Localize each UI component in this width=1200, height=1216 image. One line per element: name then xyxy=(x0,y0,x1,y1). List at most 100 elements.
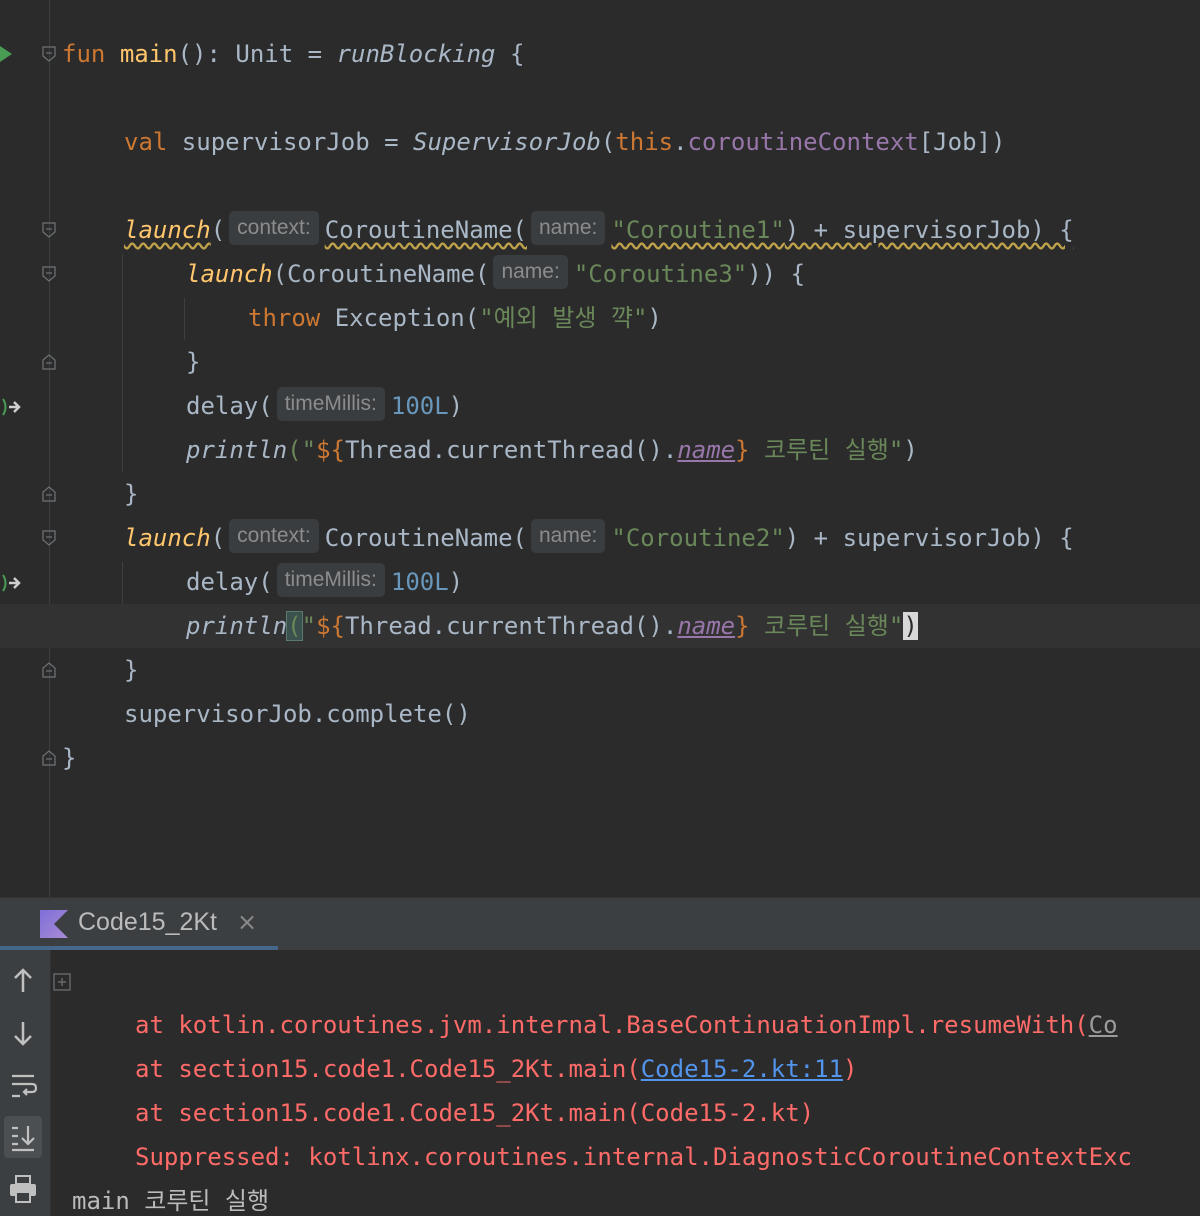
code-line[interactable]: } xyxy=(0,472,1200,516)
code-text: CoroutineName( xyxy=(324,524,527,552)
code-line[interactable]: } xyxy=(0,340,1200,384)
code-text: ) xyxy=(903,436,918,464)
function-name: main xyxy=(119,40,178,68)
up-arrow-icon[interactable] xyxy=(4,960,42,1002)
code-text: } xyxy=(186,348,201,376)
parameter-hint: context: xyxy=(229,519,319,553)
keyword: this xyxy=(615,128,674,156)
keyword: val xyxy=(124,128,168,156)
code-line[interactable]: println("${Thread.currentThread().name} … xyxy=(0,428,1200,472)
function-call: launch xyxy=(124,524,211,552)
string-literal: "예외 발생 꺅" xyxy=(479,304,648,332)
code-text: (): Unit = xyxy=(177,40,337,68)
code-text: . xyxy=(673,128,688,156)
code-text: } xyxy=(62,744,77,772)
parameter-hint: timeMillis: xyxy=(276,563,385,597)
function-call: println xyxy=(186,612,288,640)
run-tool-window-header: Code15_2Kt × xyxy=(0,897,1200,950)
number-literal: 100L xyxy=(390,568,449,596)
string-literal: "Coroutine1" xyxy=(611,216,785,244)
code-text: Thread.currentThread(). xyxy=(344,612,678,640)
property: name xyxy=(677,612,736,640)
code-line[interactable]: launch(context: CoroutineName(name: "Corou… xyxy=(0,516,1200,560)
code-text: ( xyxy=(210,216,226,244)
code-text: (CoroutineName( xyxy=(272,260,490,288)
code-line[interactable]: launch(context: CoroutineName(name: "Corou… xyxy=(0,208,1200,252)
function-call: println xyxy=(186,436,288,464)
code-line[interactable]: delay(timeMillis: 100L) xyxy=(0,384,1200,428)
code-editor[interactable]: fun main(): Unit = runBlocking { val sup… xyxy=(0,0,1200,897)
keyword: throw xyxy=(248,304,321,332)
code-line[interactable]: delay(timeMillis: 100L) xyxy=(0,560,1200,604)
code-text: delay( xyxy=(186,568,273,596)
function-call: SupervisorJob xyxy=(413,128,601,156)
program-output: main 코루틴 실행 xyxy=(72,1187,270,1215)
template-delimiter: ${ xyxy=(316,612,345,640)
property: coroutineContext xyxy=(687,128,919,156)
code-text: { xyxy=(495,40,525,68)
code-line[interactable]: val supervisorJob = SupervisorJob(this.c… xyxy=(0,120,1200,164)
string-literal: (" xyxy=(287,436,317,464)
kotlin-icon xyxy=(40,910,68,938)
soft-wrap-icon[interactable] xyxy=(4,1064,42,1106)
code-text: )) { xyxy=(747,260,806,288)
console-line: at section15.code1.Code15_2Kt.main(Code1… xyxy=(51,1047,1200,1127)
template-delimiter: } xyxy=(735,436,750,464)
run-tab-title: Code15_2Kt xyxy=(78,908,218,936)
code-line[interactable]: throw Exception("예외 발생 꺅") xyxy=(0,296,1200,340)
print-icon[interactable] xyxy=(4,1168,42,1210)
code-text: } xyxy=(124,480,139,508)
string-literal: 코루틴 실행" xyxy=(749,436,904,464)
string-literal: "Coroutine3" xyxy=(573,260,748,288)
code-line[interactable]: } xyxy=(0,736,1200,780)
parameter-hint: context: xyxy=(229,211,319,245)
number-literal: 100L xyxy=(390,392,449,420)
code-text: ) xyxy=(448,392,464,420)
string-literal: "Coroutine2" xyxy=(611,524,785,552)
console-line: at section15.code1.Code15_2Kt.main(Code1… xyxy=(51,1003,1200,1083)
scroll-to-end-icon[interactable] xyxy=(4,1116,42,1158)
function-call: launch xyxy=(186,260,273,288)
code-line[interactable]: launch(CoroutineName(name: "Coroutine3"))… xyxy=(0,252,1200,296)
property: name xyxy=(677,436,736,464)
code-text: Exception( xyxy=(320,304,480,332)
code-text: supervisorJob.complete() xyxy=(124,700,471,728)
code-text: supervisorJob = xyxy=(167,128,413,156)
code-text: ) xyxy=(647,304,662,332)
console-line: at kotlin.coroutines.jvm.internal.BaseCo… xyxy=(51,959,1200,1039)
close-icon[interactable]: × xyxy=(237,908,257,936)
string-literal: 코루틴 실행" xyxy=(749,612,904,640)
function-call: launch xyxy=(124,216,211,244)
console-toolbar xyxy=(0,950,51,1216)
code-text: } xyxy=(124,656,139,684)
current-code-line[interactable]: println("${Thread.currentThread().name} … xyxy=(0,604,1200,648)
code-text: ( xyxy=(600,128,616,156)
down-arrow-icon[interactable] xyxy=(4,1012,42,1054)
code-text: Thread.currentThread(). xyxy=(344,436,678,464)
code-text: ( xyxy=(210,524,226,552)
code-text: ) xyxy=(448,568,464,596)
code-line[interactable]: fun main(): Unit = runBlocking { xyxy=(0,32,1200,76)
code-text: [Job]) xyxy=(918,128,1006,156)
code-line[interactable]: supervisorJob.complete() xyxy=(0,692,1200,736)
code-text: delay( xyxy=(186,392,273,420)
caret-paren: ) xyxy=(903,612,918,640)
code-text: ) + supervisorJob) { xyxy=(784,216,1074,244)
parameter-hint: name: xyxy=(531,211,606,245)
console-output[interactable]: at kotlin.coroutines.jvm.internal.BaseCo… xyxy=(51,950,1200,1216)
parameter-hint: name: xyxy=(493,255,568,289)
template-delimiter: } xyxy=(735,612,750,640)
string-literal: " xyxy=(301,612,317,640)
matched-paren: ( xyxy=(286,611,303,641)
run-tab[interactable]: Code15_2Kt × xyxy=(0,898,278,950)
console-line: main 코루틴 실행 xyxy=(51,1135,1200,1215)
parameter-hint: name: xyxy=(531,519,606,553)
keyword: fun xyxy=(62,40,106,68)
parameter-hint: timeMillis: xyxy=(276,387,385,421)
code-line[interactable]: } xyxy=(0,648,1200,692)
function-call: runBlocking xyxy=(336,40,496,68)
code-text: CoroutineName( xyxy=(324,216,527,244)
console-line: Suppressed: kotlinx.coroutines.internal.… xyxy=(51,1091,1200,1171)
code-text: ) + supervisorJob) { xyxy=(784,524,1074,552)
template-delimiter: ${ xyxy=(316,436,345,464)
